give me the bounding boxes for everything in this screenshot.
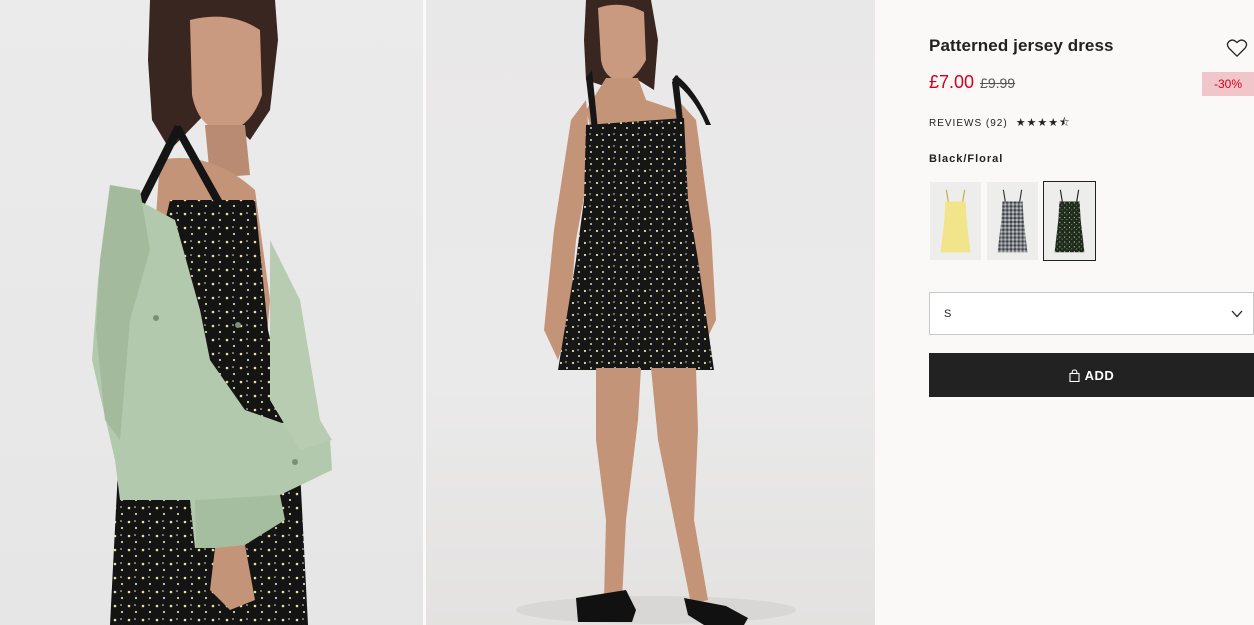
color-swatches — [929, 181, 1096, 261]
chevron-down-icon — [1231, 310, 1243, 317]
price-original: £9.99 — [980, 75, 1016, 91]
selected-color-name: Black/Floral — [929, 153, 1004, 165]
heart-outline-icon — [1226, 39, 1248, 57]
product-details-panel: Patterned jersey dress £7.00 £9.99 -30% … — [876, 0, 1254, 625]
reviews-label: REVIEWS (92) — [929, 118, 1008, 129]
shopping-bag-icon — [1069, 368, 1080, 382]
price-current: £7.00 — [929, 72, 975, 92]
rating-stars: ★★★★⯪ — [1015, 117, 1071, 129]
swatch-black-floral[interactable] — [1043, 181, 1096, 261]
size-dropdown[interactable]: S — [929, 292, 1254, 335]
add-to-bag-button[interactable]: ADD — [929, 353, 1254, 397]
swatch-yellow[interactable] — [929, 181, 982, 261]
size-selected-value: S — [944, 307, 952, 320]
product-photo-front[interactable] — [426, 0, 875, 625]
reviews-link[interactable]: REVIEWS (92) ★★★★⯪ — [929, 114, 1071, 133]
discount-badge: -30% — [1202, 72, 1254, 96]
price-row: £7.00 £9.99 — [929, 72, 1015, 93]
product-image-gallery — [0, 0, 876, 625]
product-photo-side[interactable] — [0, 0, 423, 625]
swatch-grey-check[interactable] — [986, 181, 1039, 261]
product-title: Patterned jersey dress — [929, 36, 1114, 55]
favorite-button[interactable] — [1226, 38, 1248, 58]
add-button-label: ADD — [1084, 367, 1115, 383]
